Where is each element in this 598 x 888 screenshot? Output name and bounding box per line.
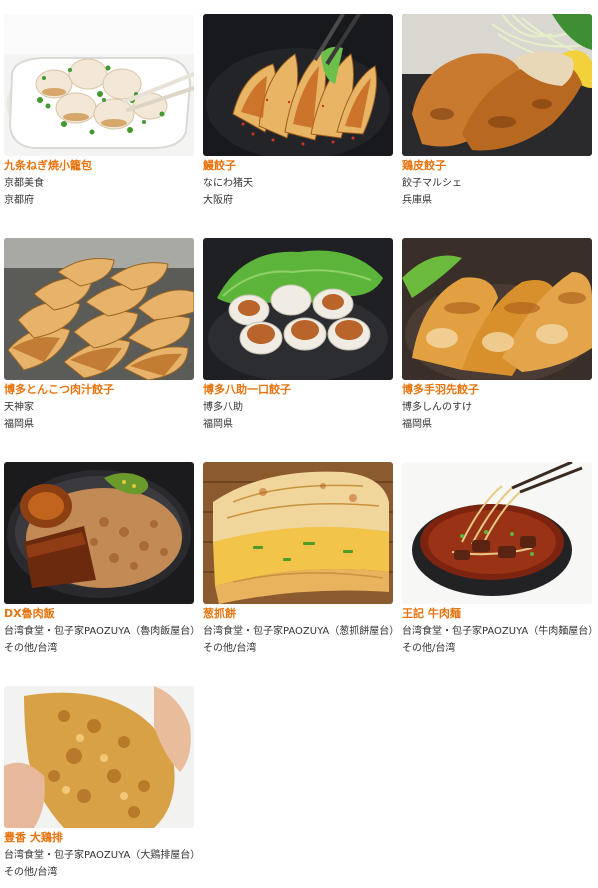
- food-photo[interactable]: [4, 462, 194, 604]
- food-card[interactable]: 王記 牛肉麺 台湾食堂・包子家PAOZUYA（牛肉麺屋台） その他/台湾: [402, 462, 598, 657]
- food-photo[interactable]: [4, 686, 194, 828]
- food-card[interactable]: 九条ねぎ焼小籠包 京都美食 京都府: [4, 14, 194, 209]
- shop-name: 博多八助: [203, 402, 243, 413]
- shop-name: なにわ猪天: [203, 178, 253, 189]
- shop-name: 台湾食堂・包子家PAOZUYA（葱抓餅屋台）: [203, 626, 400, 637]
- food-name[interactable]: 博多手羽先餃子: [402, 383, 592, 397]
- prefecture: その他/台湾: [4, 867, 58, 878]
- food-photo[interactable]: [402, 14, 592, 156]
- food-photo[interactable]: [4, 14, 194, 156]
- food-photo[interactable]: [4, 238, 194, 380]
- food-photo[interactable]: [203, 238, 393, 380]
- shop-name: 京都美食: [4, 178, 44, 189]
- food-card[interactable]: 鶏皮餃子 餃子マルシェ 兵庫県: [402, 14, 592, 209]
- shop-name: 台湾食堂・包子家PAOZUYA（大鶏排屋台）: [4, 850, 201, 861]
- food-name[interactable]: 鶏皮餃子: [402, 159, 592, 173]
- food-name[interactable]: 九条ねぎ焼小籠包: [4, 159, 194, 173]
- shop-name: 台湾食堂・包子家PAOZUYA（牛肉麺屋台）: [402, 626, 598, 637]
- food-photo[interactable]: [203, 462, 393, 604]
- food-card[interactable]: DX魯肉飯 台湾食堂・包子家PAOZUYA（魯肉飯屋台） その他/台湾: [4, 462, 201, 657]
- prefecture: 福岡県: [203, 419, 233, 430]
- food-name[interactable]: DX魯肉飯: [4, 607, 194, 621]
- food-card[interactable]: 葱抓餅 台湾食堂・包子家PAOZUYA（葱抓餅屋台） その他/台湾: [203, 462, 400, 657]
- food-card[interactable]: 博多とんこつ肉汁餃子 天神家 福岡県: [4, 238, 194, 433]
- prefecture: 福岡県: [402, 419, 432, 430]
- food-name[interactable]: 王記 牛肉麺: [402, 607, 592, 621]
- food-name[interactable]: 博多とんこつ肉汁餃子: [4, 383, 194, 397]
- food-photo[interactable]: [203, 14, 393, 156]
- food-photo[interactable]: [402, 238, 592, 380]
- food-name[interactable]: 葱抓餅: [203, 607, 393, 621]
- food-card[interactable]: 博多八助一口餃子 博多八助 福岡県: [203, 238, 393, 433]
- food-card[interactable]: 博多手羽先餃子 博多しんのすけ 福岡県: [402, 238, 592, 433]
- food-card[interactable]: 鰻餃子 なにわ猪天 大阪府: [203, 14, 393, 209]
- food-card[interactable]: 豊香 大鶏排 台湾食堂・包子家PAOZUYA（大鶏排屋台） その他/台湾: [4, 686, 201, 881]
- prefecture: 福岡県: [4, 419, 34, 430]
- shop-name: 餃子マルシェ: [402, 178, 462, 189]
- shop-name: 台湾食堂・包子家PAOZUYA（魯肉飯屋台）: [4, 626, 201, 637]
- prefecture: その他/台湾: [402, 643, 456, 654]
- food-name[interactable]: 博多八助一口餃子: [203, 383, 393, 397]
- food-photo[interactable]: [402, 462, 592, 604]
- prefecture: 京都府: [4, 195, 34, 206]
- food-name[interactable]: 豊香 大鶏排: [4, 831, 194, 845]
- food-grid: 九条ねぎ焼小籠包 京都美食 京都府 鰻餃子 なにわ猪天 大阪府 鶏皮餃子 餃子マ…: [0, 0, 598, 888]
- prefecture: その他/台湾: [4, 643, 58, 654]
- shop-name: 天神家: [4, 402, 34, 413]
- prefecture: 兵庫県: [402, 195, 432, 206]
- prefecture: 大阪府: [203, 195, 233, 206]
- prefecture: その他/台湾: [203, 643, 257, 654]
- food-name[interactable]: 鰻餃子: [203, 159, 393, 173]
- shop-name: 博多しんのすけ: [402, 402, 472, 413]
